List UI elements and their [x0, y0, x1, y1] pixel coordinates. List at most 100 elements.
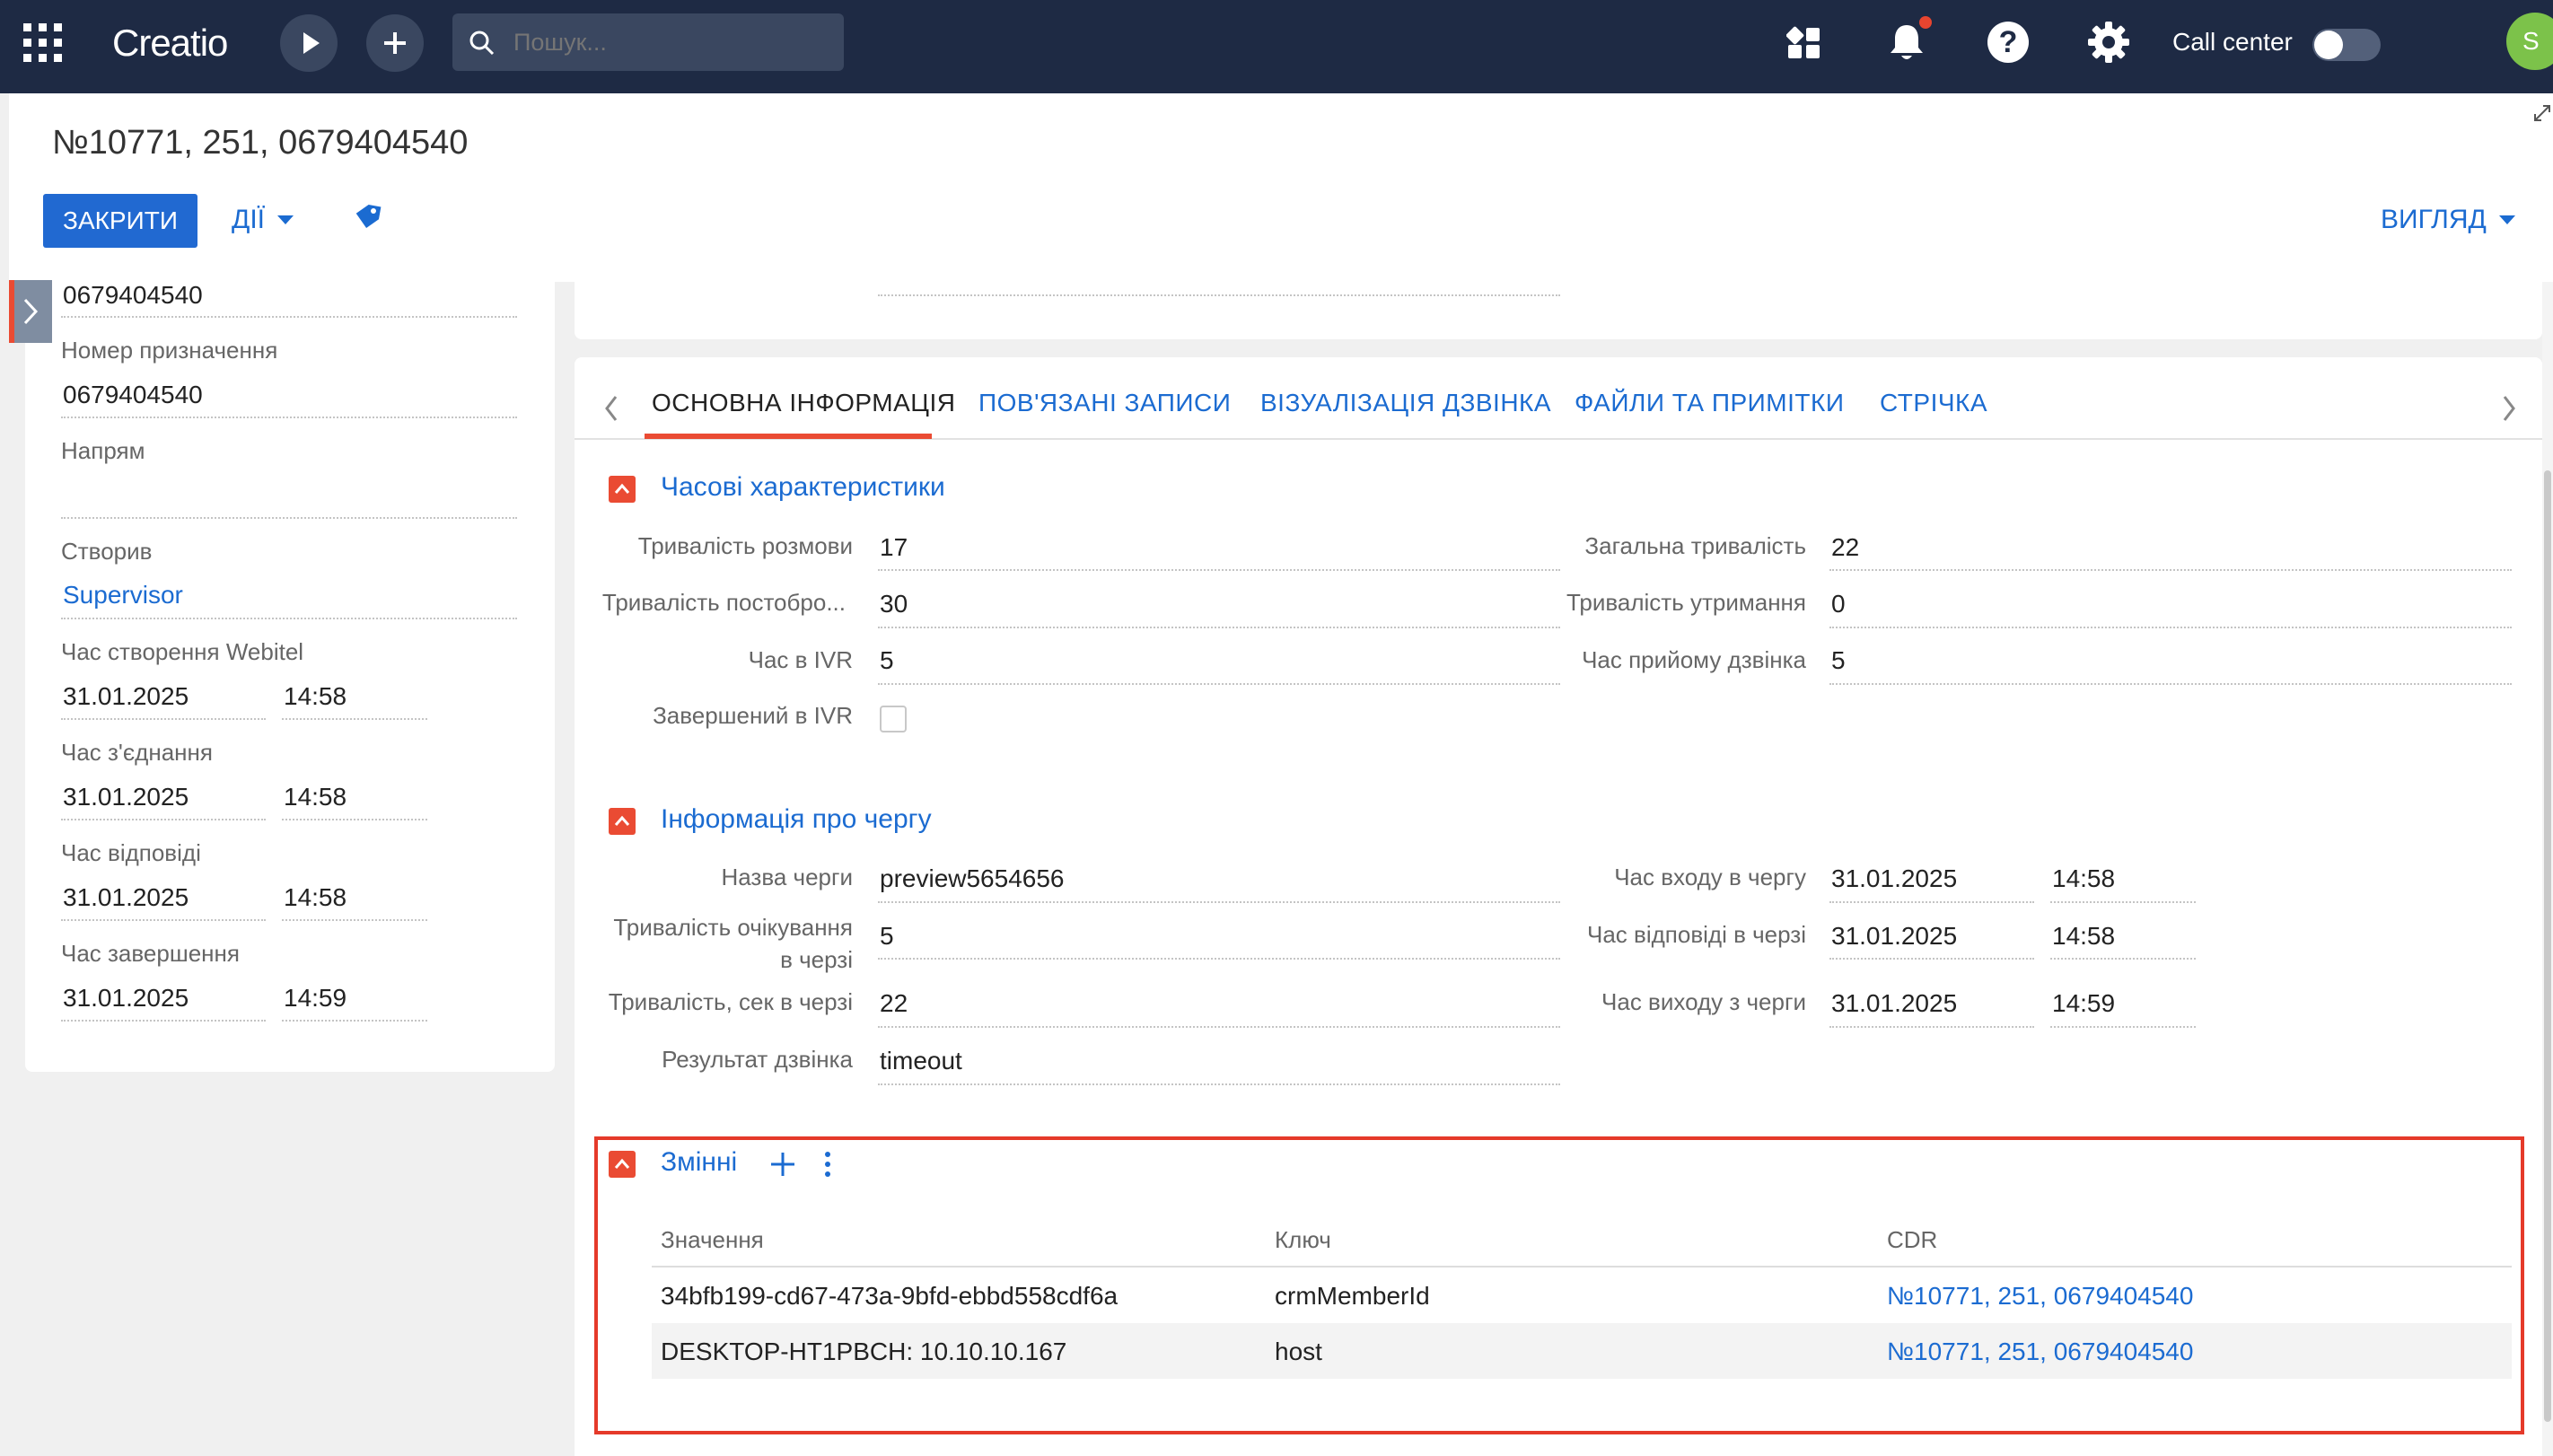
table-row[interactable]: 34bfb199-cd67-473a-9bfd-ebbd558cdf6a crm… [652, 1267, 2512, 1323]
close-button[interactable]: ЗАКРИТИ [43, 194, 197, 248]
search-input[interactable] [513, 22, 828, 62]
field-underline [282, 819, 427, 820]
queue-enter-time[interactable]: 14:58 [2052, 864, 2115, 893]
col-header-cdr[interactable]: CDR [1887, 1226, 1937, 1254]
col-header-value[interactable]: Значення [661, 1226, 764, 1254]
user-avatar[interactable]: S [2506, 13, 2553, 70]
queue-exit-time[interactable]: 14:59 [2052, 989, 2115, 1018]
view-dropdown[interactable]: ВИГЛЯД [2381, 205, 2516, 235]
queue-section-title[interactable]: Інформація про чергу [661, 804, 932, 835]
connect-date[interactable]: 31.01.2025 [63, 783, 189, 811]
actions-dropdown[interactable]: ДІЇ [232, 205, 294, 241]
call-center-label: Call center [2172, 28, 2293, 56]
post-processing-label: Тривалість постобро... [601, 589, 846, 616]
tag-icon[interactable] [352, 203, 382, 233]
more-options-icon[interactable] [819, 1150, 837, 1179]
ivr-time-value[interactable]: 5 [880, 646, 894, 675]
receive-time-value[interactable]: 5 [1831, 646, 1846, 675]
queue-section-collapse-button[interactable] [609, 808, 636, 835]
queue-sec-value[interactable]: 22 [880, 989, 908, 1018]
collapse-panel-handle[interactable] [9, 280, 52, 343]
queue-sec-label: Тривалість, сек в черзі [608, 988, 853, 1015]
chevron-up-icon [614, 1158, 630, 1169]
end-date[interactable]: 31.01.2025 [63, 984, 189, 1013]
tabs-scroll-left-icon[interactable] [603, 395, 621, 422]
apps-icon[interactable] [1785, 25, 1822, 61]
notification-dot [1919, 16, 1932, 29]
field-underline [61, 417, 517, 418]
row-value: 34bfb199-cd67-473a-9bfd-ebbd558cdf6a [661, 1282, 1119, 1310]
field-underline [1829, 901, 2034, 903]
webitel-created-time[interactable]: 14:58 [284, 682, 347, 711]
webitel-created-label: Час створення Webitel [61, 638, 304, 665]
tab-main-info[interactable]: ОСНОВНА ІНФОРМАЦІЯ [652, 389, 956, 417]
connect-time[interactable]: 14:58 [284, 783, 347, 811]
answer-time[interactable]: 14:58 [284, 883, 347, 912]
col-header-key[interactable]: Ключ [1275, 1226, 1331, 1254]
table-row[interactable]: DESKTOP-HT1PBCH: 10.10.10.167 host №1077… [652, 1323, 2512, 1379]
receive-time-label: Час прийому дзвінка [1582, 646, 1806, 673]
add-button[interactable] [366, 14, 424, 72]
dest-number-value[interactable]: 0679404540 [63, 381, 203, 409]
add-variable-plus-icon[interactable] [768, 1150, 797, 1179]
top-bar: Creatio ? Call center S [0, 0, 2553, 93]
created-by-link[interactable]: Supervisor [63, 581, 183, 610]
field-underline [1829, 569, 2512, 571]
field-underline [878, 1026, 1560, 1028]
field-underline [2050, 1026, 2196, 1028]
queue-answer-date[interactable]: 31.01.2025 [1831, 922, 1957, 951]
field-underline [878, 1083, 1560, 1085]
queue-exit-label: Час виходу з черги [1601, 988, 1806, 1015]
tabs-scroll-right-icon[interactable] [2499, 395, 2517, 422]
search-box[interactable] [452, 13, 844, 71]
ivr-completed-checkbox[interactable] [880, 706, 907, 732]
notifications-bell-icon[interactable] [1887, 16, 1932, 63]
scrollbar-thumb[interactable] [2544, 470, 2551, 1422]
end-label: Час завершення [61, 940, 240, 967]
page-scrollbar[interactable] [2542, 282, 2553, 1456]
call-center-toggle[interactable] [2312, 29, 2381, 61]
help-icon[interactable]: ? [1987, 22, 2029, 63]
queue-name-value[interactable]: preview5654656 [880, 864, 1065, 893]
hold-duration-value[interactable]: 0 [1831, 590, 1846, 618]
tab-files-notes[interactable]: ФАЙЛИ ТА ПРИМІТКИ [1575, 389, 1844, 417]
run-process-button[interactable] [280, 14, 338, 72]
field-underline [878, 569, 1560, 571]
variables-section-collapse-button[interactable] [609, 1151, 636, 1178]
settings-gear-icon[interactable] [2086, 20, 2131, 65]
row-key: host [1275, 1338, 1322, 1365]
end-time[interactable]: 14:59 [284, 984, 347, 1013]
post-processing-value[interactable]: 30 [880, 590, 908, 618]
queue-exit-date[interactable]: 31.01.2025 [1831, 989, 1957, 1018]
total-duration-value[interactable]: 22 [1831, 533, 1859, 562]
webitel-created-date[interactable]: 31.01.2025 [63, 682, 189, 711]
variables-section-title[interactable]: Змінні [661, 1147, 737, 1178]
field-underline [61, 718, 266, 720]
call-result-value[interactable]: timeout [880, 1047, 962, 1075]
variables-grid: Значення Ключ CDR 34bfb199-cd67-473a-9bf… [652, 1217, 2512, 1379]
talk-duration-value[interactable]: 17 [880, 533, 908, 562]
time-section-collapse-button[interactable] [609, 476, 636, 503]
brand-logo[interactable]: Creatio [112, 22, 228, 65]
row-cdr-link[interactable]: №10771, 251, 0679404540 [1887, 1282, 2193, 1311]
app-launcher-icon[interactable] [23, 23, 63, 63]
field-underline [282, 1020, 427, 1022]
answer-date[interactable]: 31.01.2025 [63, 883, 189, 912]
queue-enter-label: Час входу в чергу [1614, 864, 1806, 890]
created-by-label: Створив [61, 538, 153, 565]
chevron-up-icon [614, 483, 630, 494]
tab-feed[interactable]: СТРІЧКА [1880, 389, 1987, 417]
tab-related-records[interactable]: ПОВ'ЯЗАНІ ЗАПИСИ [978, 389, 1231, 417]
time-section-title[interactable]: Часові характеристики [661, 472, 945, 503]
field-underline [1829, 627, 2512, 628]
row-cdr-link[interactable]: №10771, 251, 0679404540 [1887, 1338, 2193, 1366]
queue-answer-time[interactable]: 14:58 [2052, 922, 2115, 951]
field-underline [2050, 901, 2196, 903]
queue-wait-value[interactable]: 5 [880, 922, 894, 951]
expand-icon[interactable] [2531, 102, 2553, 124]
field-underline [61, 618, 517, 619]
tab-call-visualization[interactable]: ВІЗУАЛІЗАЦІЯ ДЗВІНКА [1260, 389, 1551, 417]
queue-enter-date[interactable]: 31.01.2025 [1831, 864, 1957, 893]
chevron-right-icon [23, 298, 39, 325]
talk-duration-label: Тривалість розмови [637, 532, 853, 559]
